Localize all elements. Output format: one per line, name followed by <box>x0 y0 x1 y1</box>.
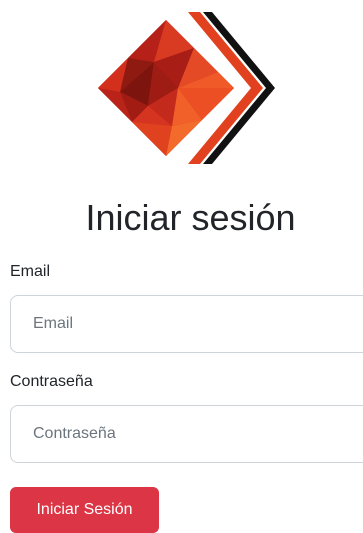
password-input[interactable] <box>10 405 363 463</box>
page-title: Iniciar sesión <box>85 197 296 238</box>
email-input[interactable] <box>10 295 363 353</box>
login-button[interactable]: Iniciar Sesión <box>10 487 159 533</box>
email-label: Email <box>10 263 51 280</box>
password-label: Contraseña <box>10 373 93 390</box>
logo-icon <box>98 8 280 172</box>
